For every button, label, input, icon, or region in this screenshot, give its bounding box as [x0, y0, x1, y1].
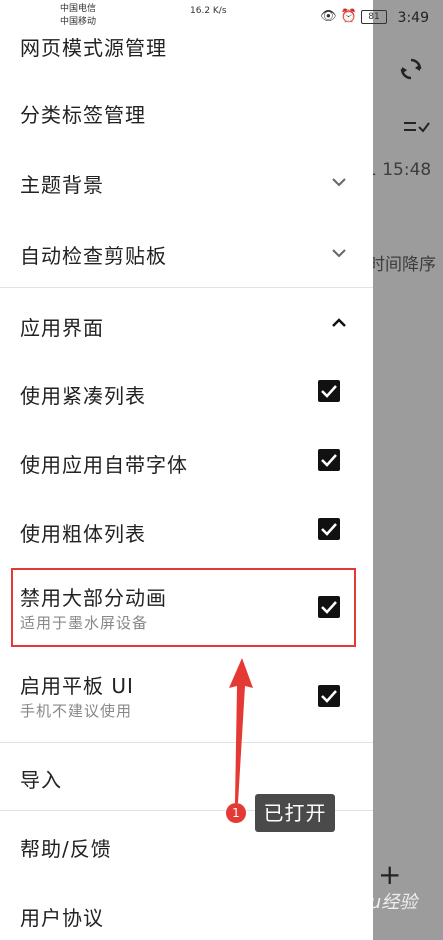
- setting-label: 使用应用自带字体: [20, 453, 188, 477]
- app-font-checkbox[interactable]: [318, 449, 340, 471]
- tablet-ui-checkbox[interactable]: [318, 685, 340, 707]
- drawer-item-label: 分类标签管理: [20, 103, 146, 127]
- drawer-item-label: 用户协议: [20, 906, 104, 930]
- setting-app-font[interactable]: 使用应用自带字体: [0, 434, 373, 489]
- drawer-item-label: 网页模式源管理: [20, 36, 167, 60]
- status-time: 3:49: [397, 10, 429, 26]
- chevron-down-icon: [332, 178, 346, 187]
- drawer-item-label: 主题背景: [20, 173, 104, 197]
- drawer-item-label: 应用界面: [20, 316, 104, 340]
- annotation-arrow: [229, 658, 253, 803]
- drawer-item-label: 导入: [20, 768, 62, 792]
- setting-label: 使用紧凑列表: [20, 384, 146, 408]
- divider: [0, 287, 373, 288]
- battery-indicator: 81: [361, 10, 387, 24]
- drawer-item-app-ui[interactable]: 应用界面: [0, 296, 373, 351]
- status-bar: 中国电信 中国移动 16.2 K/s 👁 ⏰ 81 3:49: [0, 0, 443, 34]
- setting-sublabel: 手机不建议使用: [20, 702, 133, 720]
- net-speed: 16.2 K/s: [190, 6, 227, 16]
- divider: [0, 742, 373, 743]
- annotation-tag: 已打开: [255, 794, 335, 832]
- drawer-item-label: 自动检查剪贴板: [20, 244, 167, 268]
- setting-compact-list[interactable]: 使用紧凑列表: [0, 365, 373, 420]
- drawer-item-user-agreement[interactable]: 用户协议: [0, 888, 373, 940]
- drawer-item-label: 帮助/反馈: [20, 837, 112, 861]
- baidu-watermark: Baidu经验: [330, 892, 418, 913]
- bold-list-checkbox[interactable]: [318, 518, 340, 540]
- setting-label: 使用粗体列表: [20, 522, 146, 546]
- drawer-item-category-tags[interactable]: 分类标签管理: [0, 85, 373, 140]
- eye-alarm-icons: 👁 ⏰: [320, 9, 357, 24]
- setting-bold-list[interactable]: 使用粗体列表: [0, 503, 373, 558]
- annotation-badge: 1: [226, 803, 246, 823]
- chevron-down-icon: [332, 249, 346, 258]
- chevron-up-icon: [332, 318, 346, 327]
- setting-tablet-ui[interactable]: 启用平板 UI 手机不建议使用: [0, 660, 373, 730]
- drawer-item-clipboard[interactable]: 自动检查剪贴板: [0, 225, 373, 280]
- highlight-box: [11, 568, 356, 647]
- carrier-1: 中国电信: [60, 4, 97, 14]
- drawer-item-theme[interactable]: 主题背景: [0, 154, 373, 209]
- setting-label: 启用平板 UI: [20, 674, 134, 698]
- carrier-2: 中国移动: [60, 17, 97, 27]
- compact-list-checkbox[interactable]: [318, 380, 340, 402]
